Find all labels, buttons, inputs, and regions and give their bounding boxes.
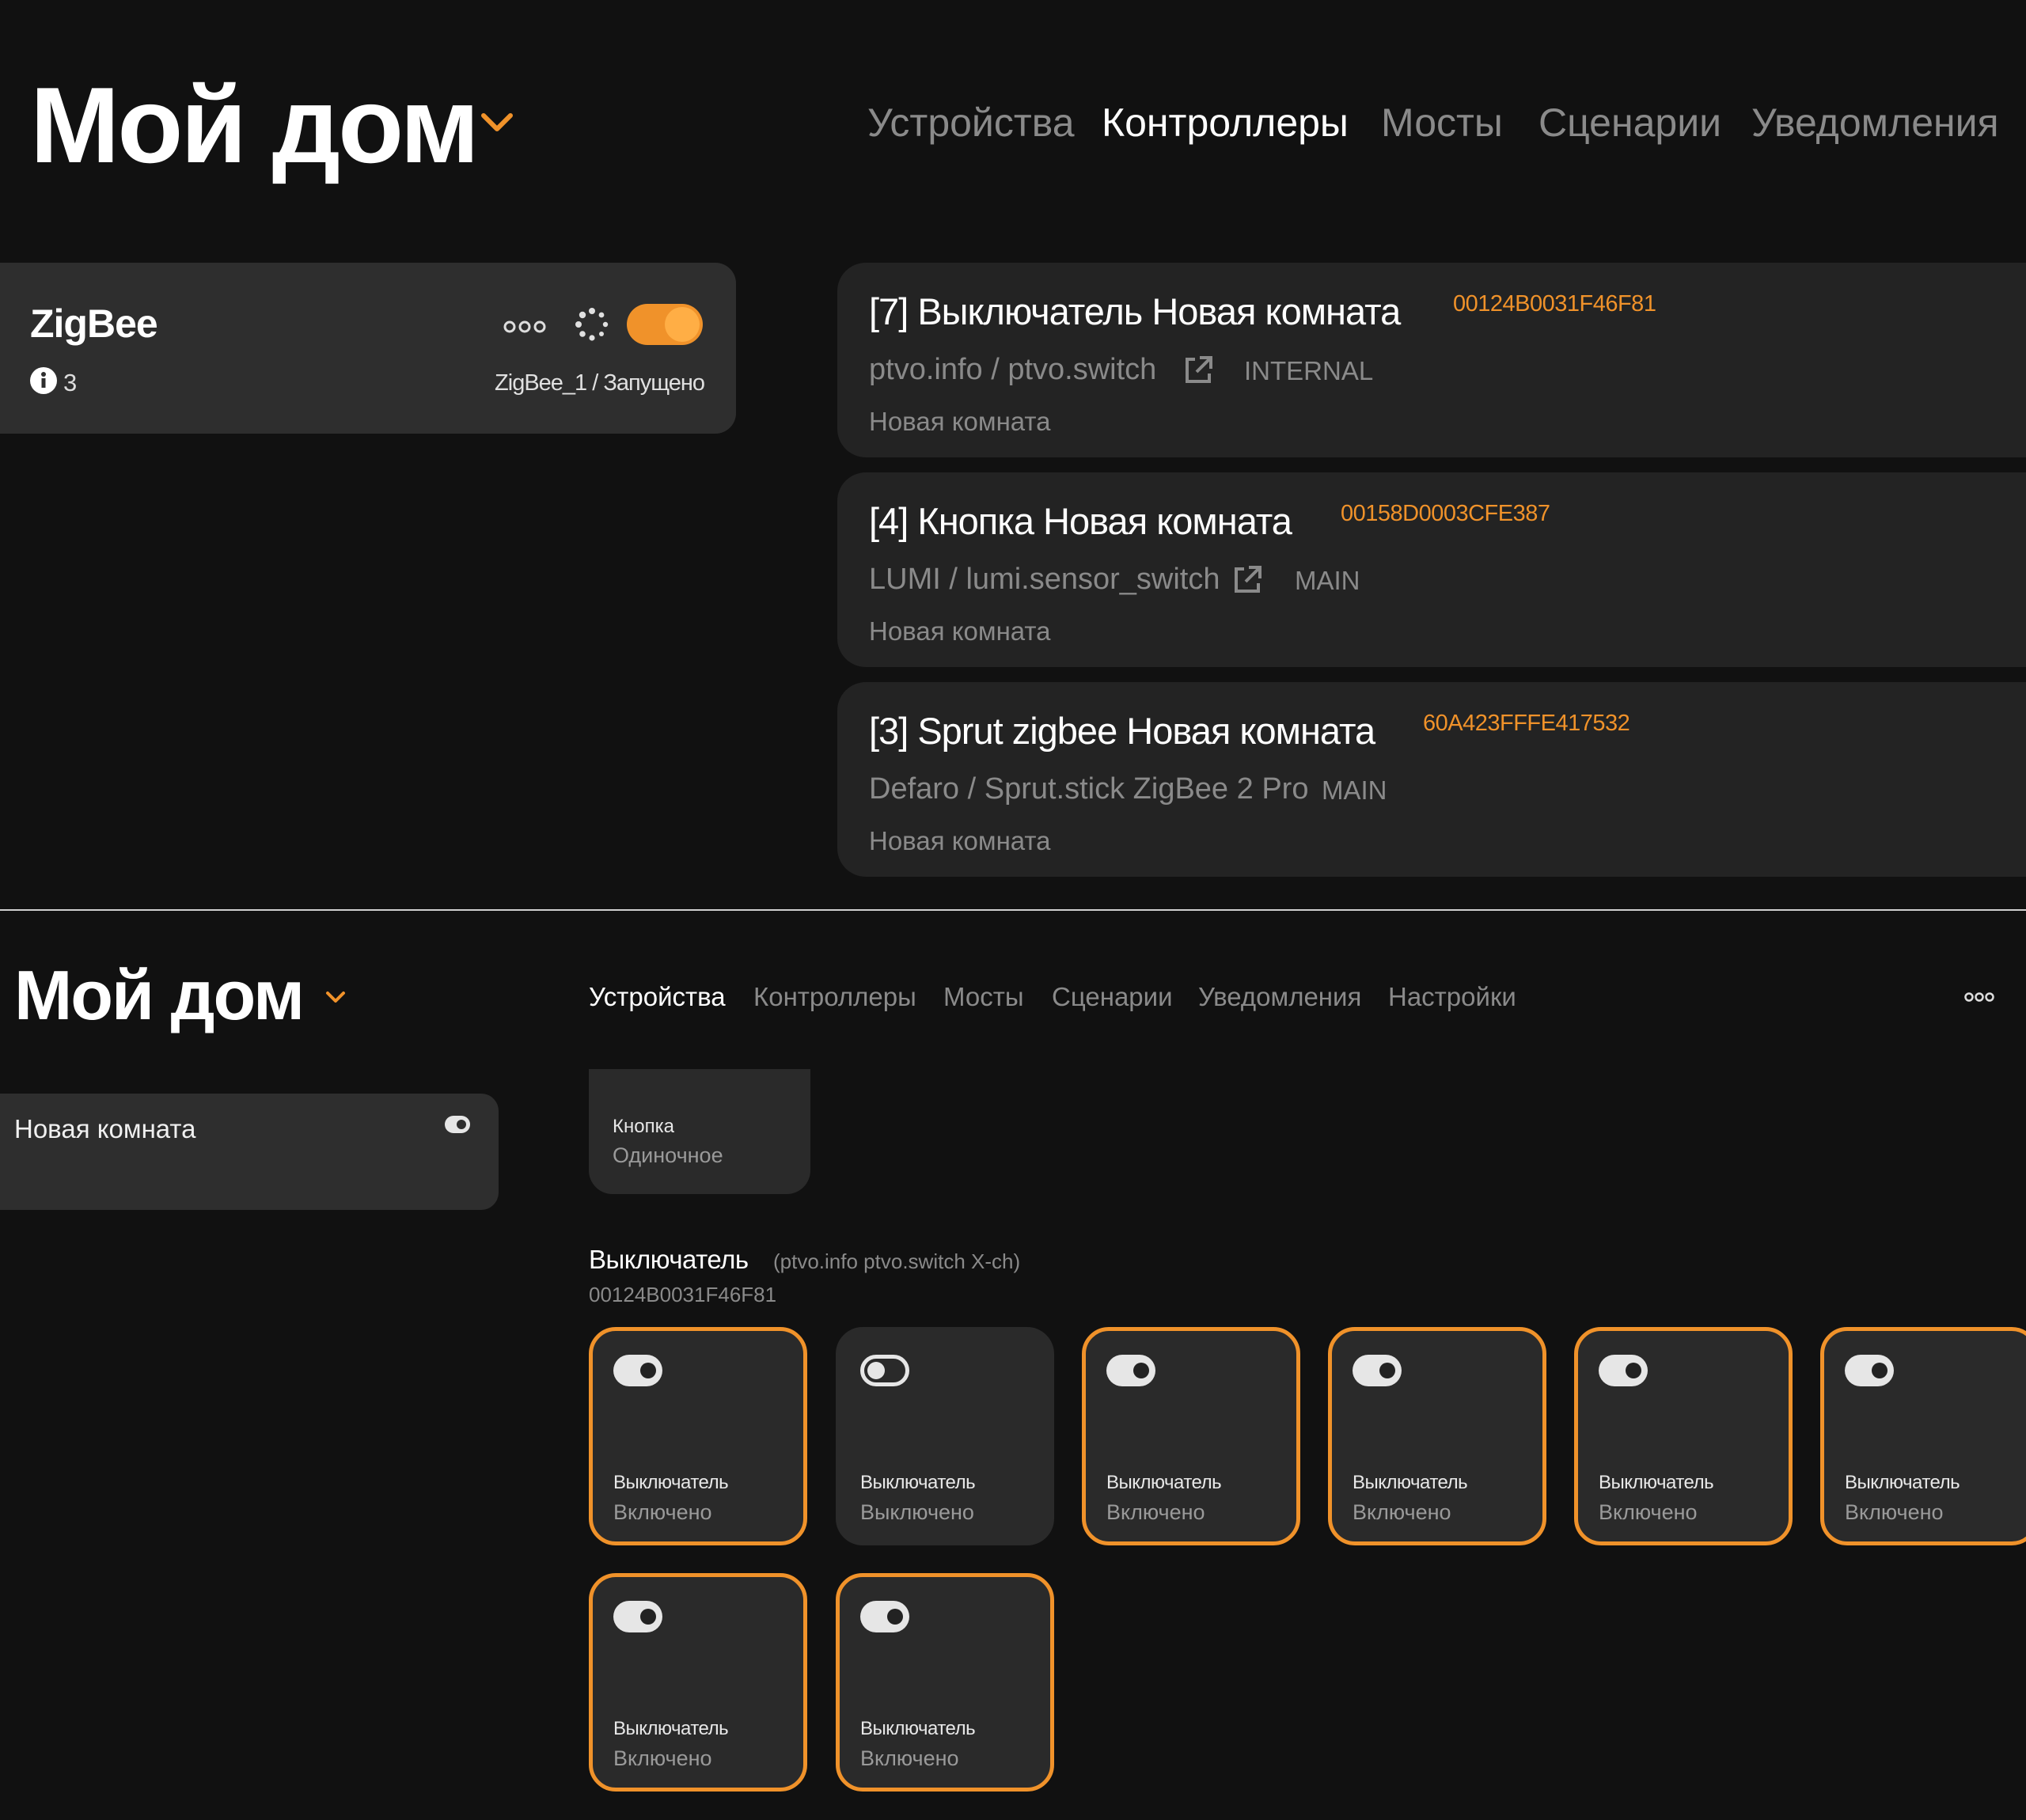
tile-name: Выключатель [613, 1472, 729, 1493]
more-icon[interactable] [1964, 992, 1994, 1007]
room-name: Новая комната [14, 1114, 196, 1143]
device-tag: MAIN [1295, 566, 1360, 595]
device-card[interactable]: [7] Выключатель Новая комната 00124B0031… [837, 263, 2026, 457]
tile-state: Включено [613, 1500, 712, 1524]
tile-name: Выключатель [1353, 1472, 1468, 1493]
info-icon [30, 367, 57, 398]
switch-tile[interactable]: Выключатель Включено [1082, 1327, 1300, 1545]
tile-state: Включено [1845, 1500, 1944, 1524]
device-title: [4] Кнопка Новая комната [869, 500, 1292, 542]
device-card[interactable]: [4] Кнопка Новая комната 00158D0003CFE38… [837, 472, 2026, 667]
device-model: Defaro / Sprut.stick ZigBee 2 Pro [869, 772, 1309, 806]
tile-name: Выключатель [1106, 1472, 1222, 1493]
tab-controllers[interactable]: Контроллеры [753, 982, 916, 1012]
switch-tile[interactable]: Выключатель Включено [1574, 1327, 1793, 1545]
device-card[interactable]: [3] Sprut zigbee Новая комната 60A423FFF… [837, 682, 2026, 877]
loading-spinner-icon [575, 307, 609, 346]
more-icon[interactable] [503, 320, 546, 338]
tab-devices[interactable]: Устройства [589, 982, 726, 1012]
tile-state: Включено [1353, 1500, 1451, 1524]
tile-state: Одиночное [613, 1143, 723, 1167]
device-model: LUMI / lumi.sensor_switch [869, 563, 1220, 596]
external-link-icon[interactable] [1231, 564, 1263, 600]
switch-tile[interactable]: Выключатель Включено [1328, 1327, 1546, 1545]
controllers-screen: Мой дом Устройства Контроллеры Мосты Сце… [0, 0, 2026, 910]
toggle-on-icon[interactable] [613, 1601, 662, 1632]
device-model: ptvo.info / ptvo.switch [869, 353, 1157, 386]
toggle-on-icon[interactable] [1845, 1355, 1894, 1386]
devices-screen: Мой дом Устройства Контроллеры Мосты Сце… [0, 911, 2026, 1820]
info-count: 3 [63, 369, 78, 396]
group-mac: 00124B0031F46F81 [589, 1283, 777, 1306]
tab-controllers[interactable]: Контроллеры [1102, 100, 1349, 146]
tile-name: Выключатель [860, 1718, 976, 1739]
room-card[interactable]: Новая комната [0, 1094, 499, 1210]
home-title[interactable]: Мой дом [30, 70, 480, 180]
toggle-on-icon[interactable] [1599, 1355, 1648, 1386]
toggle-on-icon[interactable] [860, 1601, 909, 1632]
tile-state: Включено [613, 1746, 712, 1770]
tab-bridges[interactable]: Мосты [1381, 100, 1503, 146]
device-room: Новая комната [869, 616, 1051, 646]
button-device-tile[interactable]: Кнопка Одиночное [589, 1069, 810, 1194]
device-room: Новая комната [869, 407, 1051, 436]
room-toggle-icon[interactable] [445, 1116, 470, 1133]
tile-state: Выключено [860, 1500, 974, 1524]
controller-enable-toggle[interactable] [627, 304, 703, 345]
tab-scenarios[interactable]: Сценарии [1538, 100, 1721, 146]
tab-notifications[interactable]: Уведомления [1198, 982, 1361, 1012]
device-tag: INTERNAL [1244, 356, 1374, 385]
toggle-off-icon[interactable] [860, 1355, 909, 1386]
tab-devices[interactable]: Устройства [867, 100, 1075, 146]
chevron-down-icon[interactable] [324, 990, 347, 1006]
group-subtitle: (ptvo.info ptvo.switch X-ch) [773, 1249, 1021, 1273]
tile-name: Выключатель [1845, 1472, 1960, 1493]
device-room: Новая комната [869, 826, 1051, 855]
switch-tile[interactable]: Выключатель Включено [589, 1573, 807, 1792]
tile-state: Включено [1106, 1500, 1205, 1524]
tile-state: Включено [860, 1746, 959, 1770]
group-title: Выключатель [589, 1245, 749, 1274]
tab-notifications[interactable]: Уведомления [1751, 100, 1999, 146]
tile-name: Выключатель [613, 1718, 729, 1739]
device-title: [7] Выключатель Новая комната [869, 290, 1401, 332]
tile-name: Кнопка [613, 1116, 674, 1137]
switch-tile[interactable]: Выключатель Включено [836, 1573, 1054, 1792]
switch-tile[interactable]: Выключатель Выключено [836, 1327, 1054, 1545]
tile-name: Выключатель [860, 1472, 976, 1493]
switch-tile[interactable]: Выключатель Включено [1820, 1327, 2026, 1545]
controller-card[interactable]: ZigBee 3 ZigBee_1 / Запущено [0, 263, 736, 434]
tab-bridges[interactable]: Мосты [943, 982, 1024, 1012]
tile-state: Включено [1599, 1500, 1698, 1524]
device-title: [3] Sprut zigbee Новая комната [869, 710, 1375, 752]
device-mac: 00158D0003CFE387 [1341, 501, 1550, 526]
device-mac: 00124B0031F46F81 [1453, 291, 1656, 317]
external-link-icon[interactable] [1182, 355, 1214, 390]
controller-name: ZigBee [30, 301, 158, 346]
tab-scenarios[interactable]: Сценарии [1052, 982, 1173, 1012]
controller-status: ZigBee_1 / Запущено [495, 370, 705, 396]
chevron-down-icon[interactable] [480, 111, 514, 135]
home-title[interactable]: Мой дом [14, 958, 305, 1033]
device-tag: MAIN [1322, 775, 1387, 805]
toggle-on-icon[interactable] [1353, 1355, 1402, 1386]
toggle-on-icon[interactable] [1106, 1355, 1155, 1386]
device-mac: 60A423FFFE417532 [1423, 711, 1630, 736]
switch-tile[interactable]: Выключатель Включено [589, 1327, 807, 1545]
tile-name: Выключатель [1599, 1472, 1714, 1493]
tab-settings[interactable]: Настройки [1388, 982, 1516, 1012]
toggle-on-icon[interactable] [613, 1355, 662, 1386]
